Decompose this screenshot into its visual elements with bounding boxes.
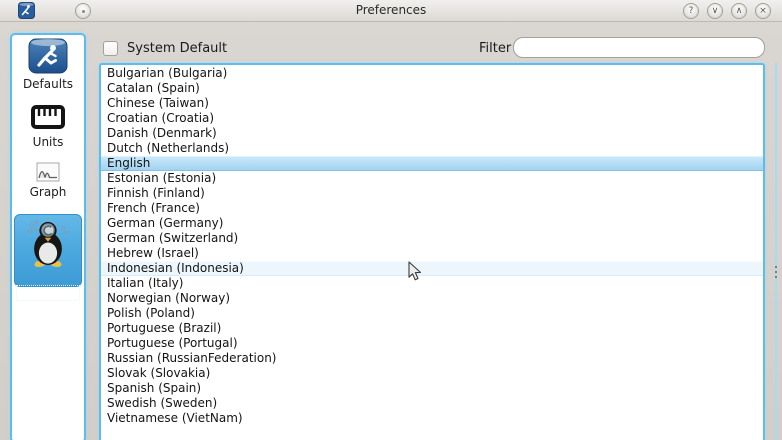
list-item[interactable]: Chinese (Taiwan): [101, 96, 763, 111]
list-item[interactable]: Norwegian (Norway): [101, 291, 763, 306]
splitter-grip-dot[interactable]: [775, 271, 777, 273]
list-item[interactable]: Estonian (Estonia): [101, 171, 763, 186]
mouse-cursor-icon: [408, 261, 423, 282]
ruler-icon: [30, 102, 66, 132]
list-item[interactable]: Swedish (Sweden): [101, 396, 763, 411]
splitter-grip-dot[interactable]: [775, 266, 777, 268]
sidebar-item-defaults[interactable]: Defaults: [12, 38, 84, 91]
tux-penguin-icon: [25, 218, 71, 268]
list-item[interactable]: Vietnamese (VietNam): [101, 411, 763, 426]
list-item[interactable]: Portuguese (Brazil): [101, 321, 763, 336]
sidebar-item-units[interactable]: Units: [12, 102, 84, 149]
preferences-window: Preferences ? ∨ ∧ × Defaults: [0, 0, 782, 440]
language-list: Bulgarian (Bulgaria) Catalan (Spain) Chi…: [99, 63, 765, 440]
system-default-label: System Default: [127, 41, 227, 56]
list-item[interactable]: Italian (Italy): [101, 276, 763, 291]
filter-input[interactable]: [513, 37, 765, 58]
list-item[interactable]: Dutch (Netherlands): [101, 141, 763, 156]
titlebar: Preferences ? ∨ ∧ ×: [0, 0, 782, 22]
list-item[interactable]: German (Germany): [101, 216, 763, 231]
sidebar-item-label: Defaults: [23, 77, 73, 91]
close-button[interactable]: ×: [755, 3, 771, 19]
list-item[interactable]: Croatian (Croatia): [101, 111, 763, 126]
list-item[interactable]: Danish (Denmark): [101, 126, 763, 141]
list-item-hovered[interactable]: Indonesian (Indonesia): [101, 261, 763, 276]
sidebar-item-label: Language: [16, 285, 79, 301]
list-item[interactable]: Catalan (Spain): [101, 81, 763, 96]
list-item[interactable]: Bulgarian (Bulgaria): [101, 66, 763, 81]
system-default-checkbox[interactable]: [103, 41, 118, 56]
shade-button[interactable]: ∨: [707, 3, 723, 19]
list-item[interactable]: German (Switzerland): [101, 231, 763, 246]
diver-icon: [28, 38, 68, 74]
list-item[interactable]: Portuguese (Portugal): [101, 336, 763, 351]
help-button[interactable]: ?: [683, 3, 699, 19]
filter-label: Filter: [479, 41, 511, 56]
list-item[interactable]: Hebrew (Israel): [101, 246, 763, 261]
list-item-selected[interactable]: English: [101, 156, 763, 171]
graph-icon: [36, 162, 60, 182]
preferences-sidebar: Defaults Units Graph: [10, 33, 86, 440]
list-item[interactable]: Polish (Poland): [101, 306, 763, 321]
list-item[interactable]: Slovak (Slovakia): [101, 366, 763, 381]
list-item[interactable]: French (France): [101, 201, 763, 216]
window-title: Preferences: [0, 3, 782, 17]
sidebar-item-language[interactable]: Language: [14, 214, 82, 287]
splitter-grip-dot[interactable]: [775, 276, 777, 278]
list-item[interactable]: Russian (RussianFederation): [101, 351, 763, 366]
sidebar-item-label: Graph: [30, 185, 67, 199]
list-item[interactable]: Finnish (Finland): [101, 186, 763, 201]
splitter-line: [775, 63, 777, 440]
unshade-button[interactable]: ∧: [731, 3, 747, 19]
list-item[interactable]: Spanish (Spain): [101, 381, 763, 396]
sidebar-item-label: Units: [33, 135, 64, 149]
sidebar-item-graph[interactable]: Graph: [12, 162, 84, 199]
